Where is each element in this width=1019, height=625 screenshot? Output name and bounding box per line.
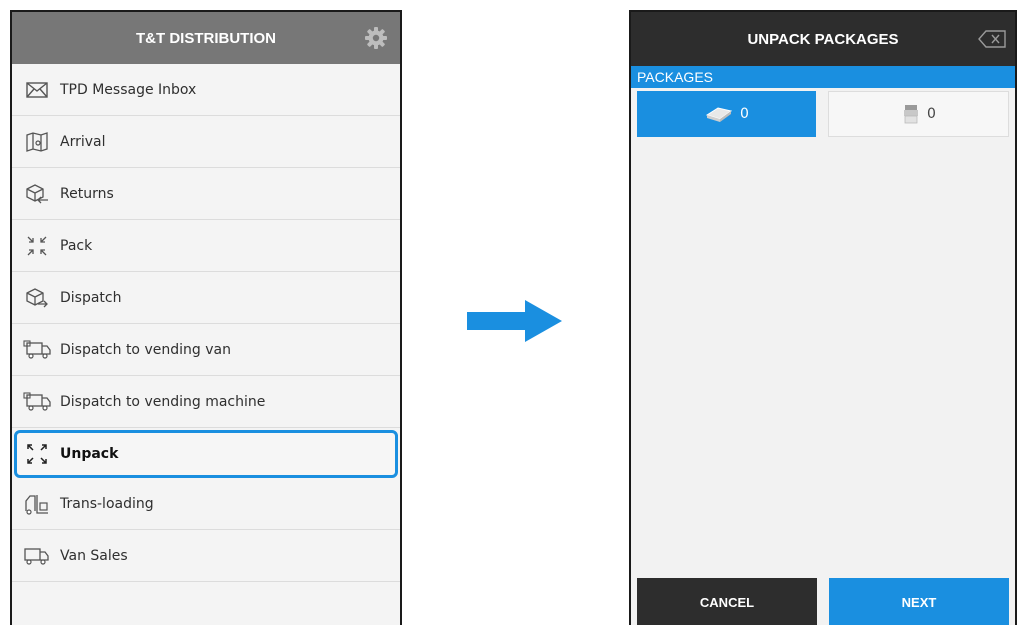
main-menu: TPD Message Inbox Arrival Returns Pack D… (12, 64, 400, 582)
backspace-icon[interactable] (977, 29, 1007, 49)
right-header: UNPACK PACKAGES (631, 12, 1015, 66)
tile-packages[interactable]: 0 (828, 91, 1009, 137)
collapse-arrows-icon (22, 234, 52, 258)
screen-title: UNPACK PACKAGES (747, 30, 899, 48)
menu-item-label: Returns (60, 185, 114, 202)
app-title: T&T DISTRIBUTION (136, 29, 276, 47)
menu-item-unpack[interactable]: Unpack (14, 430, 398, 478)
tile-cigarette-packs[interactable]: 0 (637, 91, 816, 137)
menu-item-dispatch-to-vending-machine[interactable]: Dispatch to vending machine (12, 376, 400, 428)
menu-item-trans-loading[interactable]: Trans-loading (12, 478, 400, 530)
menu-item-arrival[interactable]: Arrival (12, 116, 400, 168)
menu-item-pack[interactable]: Pack (12, 220, 400, 272)
menu-item-returns[interactable]: Returns (12, 168, 400, 220)
van-icon (22, 338, 52, 362)
tile-count: 0 (927, 106, 936, 122)
left-header: T&T DISTRIBUTION (12, 12, 400, 64)
package-icon (904, 105, 919, 124)
gear-icon[interactable] (364, 26, 388, 50)
menu-item-label: Arrival (60, 133, 106, 150)
expand-arrows-icon (22, 442, 52, 466)
truck-icon (22, 544, 52, 568)
footer-actions: CANCEL NEXT (637, 578, 1009, 625)
right-screen: UNPACK PACKAGES PACKAGES 0 0 CANCEL NEXT (629, 10, 1017, 625)
right-arrow-icon (467, 300, 562, 342)
menu-item-label: Dispatch to vending van (60, 341, 231, 358)
tile-count: 0 (740, 106, 749, 122)
menu-item-label: Unpack (60, 446, 119, 462)
left-screen: T&T DISTRIBUTION TPD Message Inbox Arriv… (10, 10, 402, 625)
menu-item-label: Dispatch (60, 289, 122, 306)
forklift-icon (22, 492, 52, 516)
box-return-icon (22, 182, 52, 206)
van-icon (22, 390, 52, 414)
section-label: PACKAGES (637, 69, 713, 85)
menu-item-label: Pack (60, 237, 93, 254)
menu-item-van-sales[interactable]: Van Sales (12, 530, 400, 582)
menu-item-label: Van Sales (60, 547, 128, 564)
package-tiles: 0 0 (631, 88, 1015, 137)
box-dispatch-icon (22, 286, 52, 310)
menu-item-label: Dispatch to vending machine (60, 393, 266, 410)
next-button[interactable]: NEXT (829, 578, 1009, 625)
menu-item-label: TPD Message Inbox (60, 81, 197, 98)
envelope-icon (22, 78, 52, 102)
menu-item-dispatch[interactable]: Dispatch (12, 272, 400, 324)
menu-item-tpd-message-inbox[interactable]: TPD Message Inbox (12, 64, 400, 116)
cancel-button[interactable]: CANCEL (637, 578, 817, 625)
menu-item-label: Trans-loading (60, 495, 154, 512)
cigarette-pack-icon (705, 107, 733, 122)
map-pin-icon (22, 130, 52, 154)
menu-item-dispatch-to-vending-van[interactable]: Dispatch to vending van (12, 324, 400, 376)
packages-section-header: PACKAGES (631, 66, 1015, 88)
